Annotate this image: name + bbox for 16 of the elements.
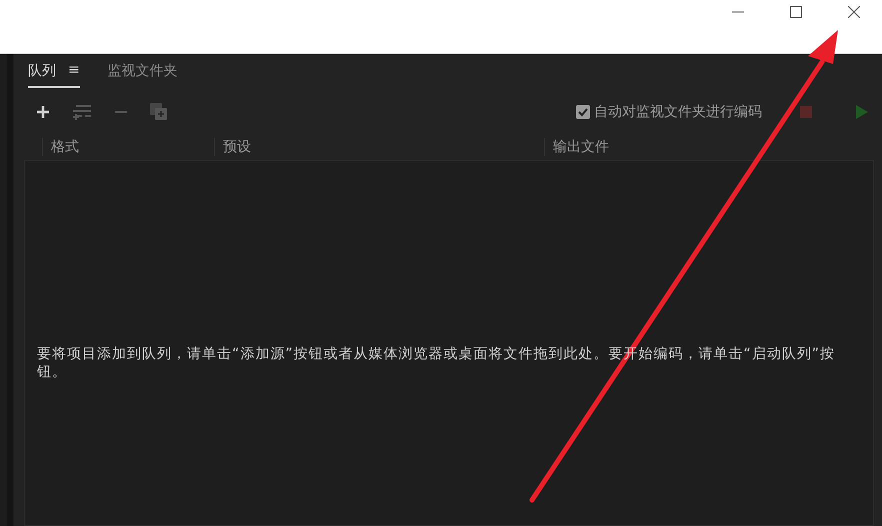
maximize-button[interactable]: [789, 5, 803, 19]
panel-tab[interactable]: 队列 ≡: [28, 62, 80, 88]
sliders-icon: [72, 103, 92, 121]
close-button[interactable]: [847, 5, 861, 19]
plus-icon: [36, 105, 50, 119]
close-icon: [848, 6, 860, 18]
duplicate-icon: [150, 103, 168, 121]
stop-icon: [800, 106, 812, 118]
column-header[interactable]: 输出文件: [544, 138, 882, 156]
auto-encode-checkbox[interactable]: 自动对监视文件夹进行编码: [576, 103, 762, 121]
column-header[interactable]: 格式: [42, 138, 214, 156]
checkmark-icon: [577, 106, 589, 118]
play-icon: [856, 105, 868, 119]
maximize-icon: [790, 6, 802, 18]
column-header[interactable]: 预设: [214, 138, 544, 156]
panel-tab[interactable]: 监视文件夹: [108, 62, 178, 88]
